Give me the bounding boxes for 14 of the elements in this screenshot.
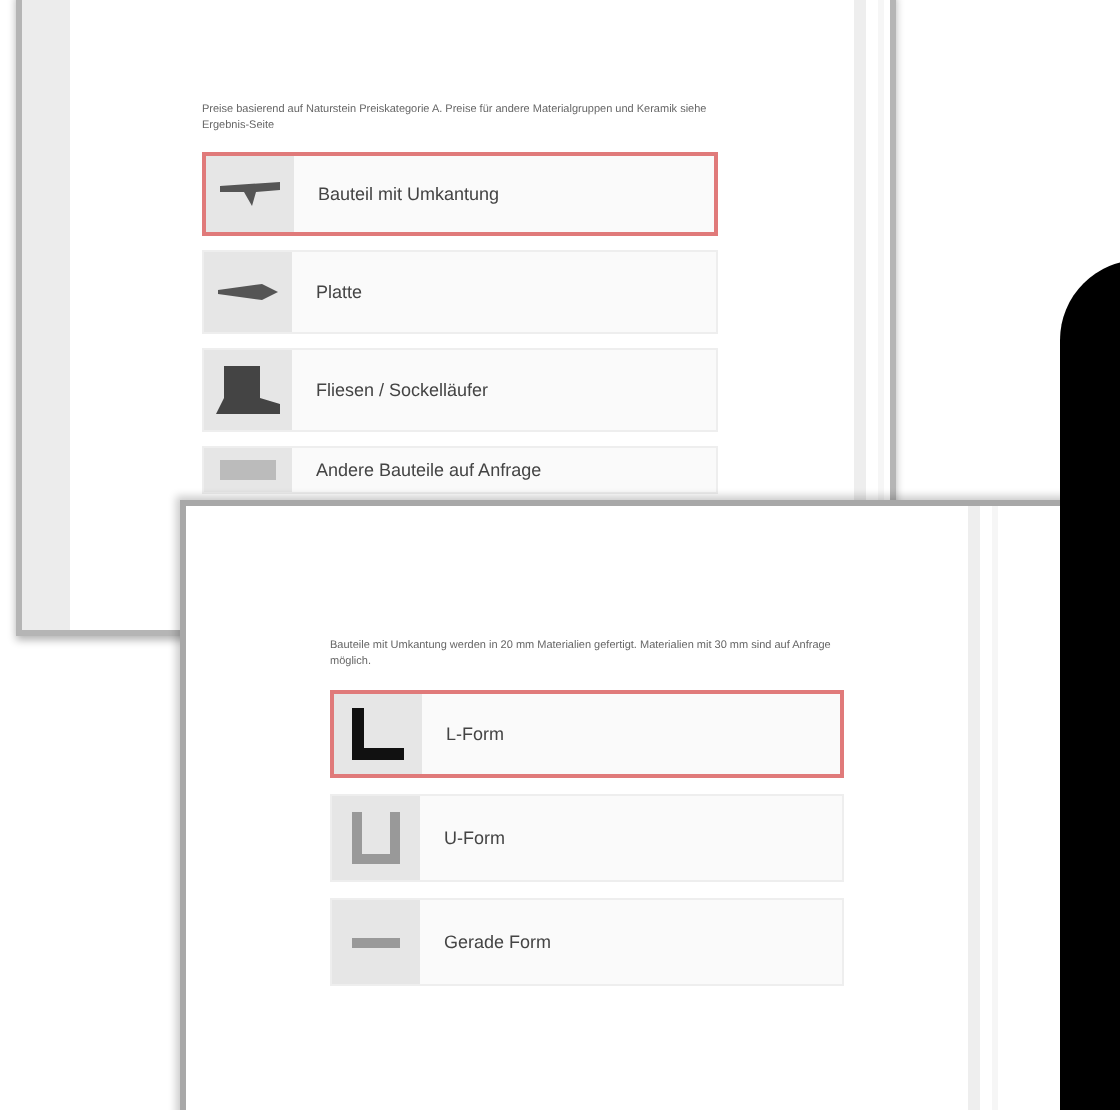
slab-icon bbox=[218, 284, 278, 300]
bar-icon bbox=[352, 937, 400, 947]
option-button[interactable]: U-Form bbox=[330, 794, 844, 882]
option-button[interactable]: Gerade Form bbox=[330, 898, 844, 986]
part-icon bbox=[220, 460, 276, 480]
l-shape-icon bbox=[352, 708, 404, 760]
option-button[interactable]: Fliesen / Sockelläufer bbox=[202, 348, 718, 432]
u-shape-icon bbox=[352, 812, 400, 864]
option-button[interactable]: Platte bbox=[202, 250, 718, 334]
option-button[interactable]: L-Form bbox=[330, 690, 844, 778]
tile-icon bbox=[216, 366, 280, 414]
option-button[interactable]: Andere Bauteile auf Anfrage bbox=[202, 446, 718, 494]
slab-edge-icon bbox=[220, 180, 280, 208]
option-button[interactable]: Bauteil mit Umkantung bbox=[202, 152, 718, 236]
